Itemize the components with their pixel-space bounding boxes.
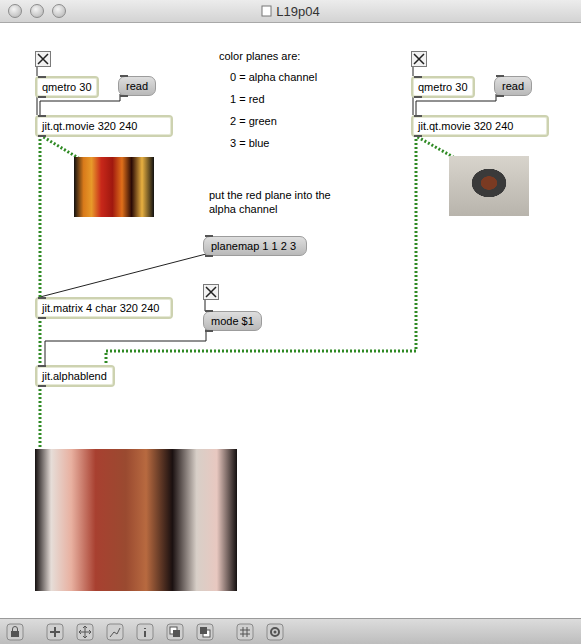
x-mark-icon: [204, 285, 218, 299]
video-display: [35, 449, 237, 591]
window-title: L19p04: [0, 4, 581, 19]
comment: put the red plane into thealpha channel: [209, 188, 331, 216]
comment: 2 = green: [230, 114, 277, 128]
message-box[interactable]: mode $1: [203, 311, 262, 331]
object-box[interactable]: jit.qt.movie 320 240: [411, 115, 549, 137]
message-box[interactable]: planemap 1 1 2 3: [203, 236, 307, 256]
video-display: [449, 156, 529, 216]
toggle[interactable]: [35, 51, 51, 67]
message-box[interactable]: read: [118, 76, 156, 96]
info-icon[interactable]: [136, 623, 154, 641]
comment: 3 = blue: [230, 136, 269, 150]
close-button[interactable]: [8, 4, 22, 18]
window-controls: [0, 4, 66, 18]
object-box[interactable]: qmetro 30: [35, 76, 99, 98]
object-box[interactable]: jit.matrix 4 char 320 240: [35, 297, 173, 319]
toggle[interactable]: [203, 284, 219, 300]
x-mark-icon: [412, 52, 426, 66]
toggle[interactable]: [411, 51, 427, 67]
grid-icon[interactable]: [236, 623, 254, 641]
comment: color planes are:: [219, 49, 300, 63]
lock-icon[interactable]: [6, 623, 24, 641]
x-mark-icon: [36, 52, 50, 66]
minimize-button[interactable]: [30, 4, 44, 18]
plus-icon[interactable]: [46, 623, 64, 641]
object-box[interactable]: jit.alphablend: [35, 365, 115, 387]
front-icon[interactable]: [166, 623, 184, 641]
patcher-canvas: qmetro 30 read jit.qt.movie 320 240 qmetro …: [0, 23, 581, 618]
comment: 0 = alpha channel: [230, 70, 317, 84]
document-icon: [261, 5, 272, 17]
back-icon[interactable]: [196, 623, 214, 641]
title-bar: L19p04: [0, 0, 581, 23]
move-icon[interactable]: [76, 623, 94, 641]
object-box[interactable]: jit.qt.movie 320 240: [35, 115, 173, 137]
object-box[interactable]: qmetro 30: [411, 76, 475, 98]
patcher-window: L19p04qmetro 30readjit.qt.movie 320 240q…: [0, 0, 581, 644]
tool-group: [46, 623, 214, 641]
message-box[interactable]: read: [494, 76, 532, 96]
tool-group: [236, 623, 284, 641]
zoom-button[interactable]: [52, 4, 66, 18]
comment: 1 = red: [230, 92, 265, 106]
video-display: [74, 157, 154, 217]
chart-icon[interactable]: [106, 623, 124, 641]
gear-icon[interactable]: [266, 623, 284, 641]
bottom-toolbar: [0, 618, 581, 644]
